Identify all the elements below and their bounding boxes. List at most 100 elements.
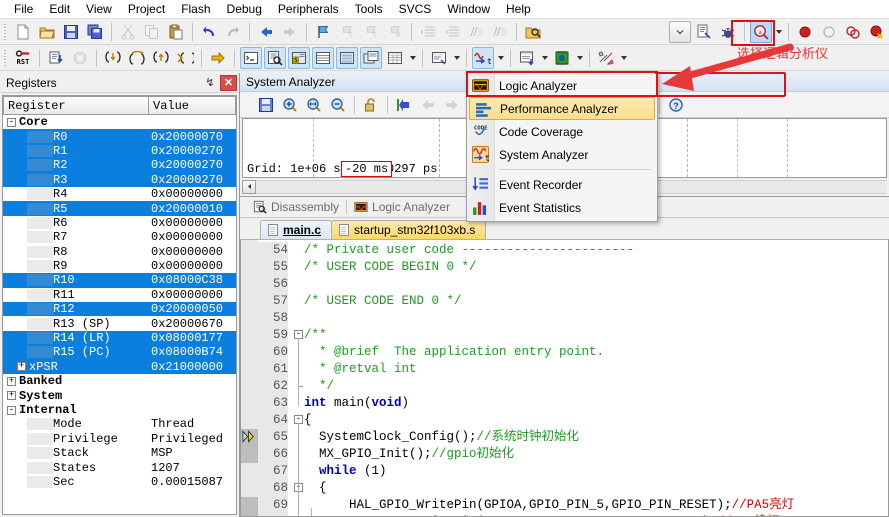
kill-all-breakpoints-icon[interactable] [866, 21, 888, 43]
register-row[interactable]: R2 0x20000270 [3, 158, 236, 173]
debug-session-icon[interactable] [717, 21, 739, 43]
lock-icon[interactable] [360, 94, 382, 116]
menu-item-event-statistics[interactable]: Event Statistics [467, 196, 657, 219]
register-row[interactable]: + xPSR 0x21000000 [3, 359, 236, 375]
forward-icon[interactable] [279, 21, 301, 43]
register-row[interactable]: R8 0x00000000 [3, 245, 236, 259]
indent-icon[interactable] [417, 21, 439, 43]
jump-to-start-icon[interactable] [393, 94, 415, 116]
copy-icon[interactable] [141, 21, 163, 43]
bookmark-clear-icon[interactable] [384, 21, 406, 43]
symbols-icon[interactable]: S [288, 46, 310, 69]
expand-icon[interactable]: + [7, 376, 16, 386]
configure-target-icon[interactable] [693, 21, 715, 43]
trace-icon[interactable] [516, 47, 538, 69]
disassembly-icon[interactable] [264, 46, 286, 69]
register-row[interactable]: R15 (PC) 0x08000B74 [3, 345, 236, 360]
register-row[interactable]: R9 0x00000000 [3, 259, 236, 273]
toolbar-grip[interactable] [2, 21, 9, 42]
register-row[interactable]: - Internal [3, 403, 236, 417]
bookmark-icon[interactable] [312, 21, 334, 43]
memory-window-icon[interactable] [384, 47, 406, 69]
step-out-icon[interactable] [150, 47, 172, 69]
register-row[interactable]: R5 0x20000010 [3, 201, 236, 216]
call-stack-icon[interactable] [336, 46, 358, 69]
open-folder-icon[interactable] [36, 21, 58, 43]
register-row[interactable]: R10 0x08000C38 [3, 273, 236, 288]
menu-item-performance-analyzer[interactable]: Performance Analyzer [469, 97, 655, 120]
disable-all-breakpoints-icon[interactable] [842, 21, 864, 43]
new-file-icon[interactable] [12, 21, 34, 43]
run-to-cursor-icon[interactable] [174, 47, 196, 69]
registers-rows[interactable]: - Core R0 0x20000070 R1 0x20000270 R2 0x2000027… [3, 115, 236, 514]
register-row[interactable]: R3 0x20000270 [3, 172, 236, 187]
column-header-register[interactable]: Register [3, 96, 149, 115]
register-row[interactable]: R7 0x00000000 [3, 230, 236, 244]
find-in-files-icon[interactable] [522, 21, 544, 43]
menu-item-tools[interactable]: Tools [347, 0, 391, 18]
dock-tab-disassembly[interactable]: Disassembly [246, 198, 346, 217]
serial-window-caret[interactable] [451, 47, 462, 69]
collapse-icon[interactable]: - [7, 117, 16, 127]
register-row[interactable]: Privilege Privileged [3, 432, 236, 446]
menu-item-system-analyzer[interactable]: t System Analyzer [467, 143, 657, 166]
menu-item-file[interactable]: File [6, 0, 41, 18]
system-viewer-icon[interactable] [551, 47, 573, 69]
disable-breakpoint-icon[interactable] [818, 21, 840, 43]
editor-tab-main-c[interactable]: main.c [260, 220, 333, 239]
register-row[interactable]: R13 (SP) 0x20000670 [3, 316, 236, 331]
redo-icon[interactable] [222, 21, 244, 43]
breakpoint-gutter[interactable] [241, 240, 258, 516]
analysis-dropdown-menu[interactable]: Logic Analyzer Performance Analyzer CODE… [466, 71, 658, 222]
column-header-value[interactable]: Value [149, 96, 236, 115]
menu-item-logic-analyzer[interactable]: Logic Analyzer [467, 74, 657, 97]
tools-icon[interactable] [595, 47, 617, 69]
bookmark-prev-icon[interactable] [336, 21, 358, 43]
collapse-icon[interactable]: - [7, 405, 16, 415]
scroll-left-arrow[interactable] [242, 179, 256, 194]
step-over-icon[interactable] [126, 47, 148, 69]
back-icon[interactable] [255, 21, 277, 43]
menu-item-event-recorder[interactable]: Event Recorder [467, 173, 657, 196]
menu-item-debug[interactable]: Debug [219, 0, 270, 18]
expand-icon[interactable]: + [7, 391, 16, 401]
show-next-statement-icon[interactable] [207, 47, 229, 69]
system-viewer-caret[interactable] [574, 47, 585, 69]
register-row[interactable]: R14 (LR) 0x08000177 [3, 330, 236, 346]
register-row[interactable]: R1 0x20000270 [3, 143, 236, 159]
register-row[interactable]: Stack MSP [3, 446, 236, 460]
comment-icon[interactable] [465, 21, 487, 43]
expand-icon[interactable]: + [17, 362, 26, 372]
menu-item-help[interactable]: Help [498, 0, 539, 18]
register-row[interactable]: Sec 0.00015087 [3, 475, 236, 489]
menu-item-svcs[interactable]: SVCS [391, 0, 440, 18]
undo-icon[interactable] [198, 21, 220, 43]
run-icon[interactable] [45, 47, 67, 69]
outdent-icon[interactable] [441, 21, 463, 43]
step-into-icon[interactable] [102, 47, 124, 69]
analysis-window-caret[interactable] [773, 21, 784, 43]
register-row[interactable]: R12 0x20000050 [3, 302, 236, 317]
editor-tab-startup-s[interactable]: startup_stm32f103xb.s [331, 220, 487, 239]
register-row[interactable]: R4 0x00000000 [3, 187, 236, 201]
zoom-fit-icon[interactable] [303, 94, 325, 116]
code-editor[interactable]: 54 /* Private user code -----------------… [240, 239, 889, 517]
register-row[interactable]: Mode Thread [3, 417, 236, 431]
toolbar-grip-2[interactable] [2, 47, 9, 68]
toolbar-dropdown-chevron[interactable] [669, 20, 691, 43]
menu-item-window[interactable]: Window [439, 0, 498, 18]
menu-item-code-coverage[interactable]: CODE Code Coverage [467, 120, 657, 143]
paste-icon[interactable] [165, 21, 187, 43]
register-row[interactable]: States 1207 [3, 460, 236, 475]
registers-icon[interactable] [312, 46, 334, 69]
code-area[interactable]: 54 /* Private user code -----------------… [241, 240, 888, 516]
register-row[interactable]: R11 0x00000000 [3, 288, 236, 302]
command-window-icon[interactable] [240, 46, 262, 69]
breakpoint-icon[interactable] [794, 21, 816, 43]
stop-icon[interactable] [69, 47, 91, 69]
tools-caret[interactable] [618, 47, 629, 69]
register-row[interactable]: + Banked [3, 374, 236, 388]
save-all-icon[interactable] [84, 21, 106, 43]
help-icon[interactable]: ? [665, 94, 687, 116]
memory-window-caret[interactable] [407, 47, 418, 69]
